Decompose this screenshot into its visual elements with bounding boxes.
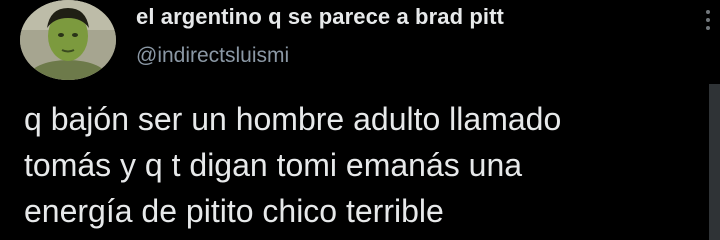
- tweet-text: q bajón ser un hombre adulto llamado tom…: [24, 101, 562, 229]
- scrollbar[interactable]: [709, 84, 720, 240]
- more-options-button[interactable]: [696, 4, 720, 36]
- author-display-name[interactable]: el argentino q se parece a brad pitt: [136, 4, 504, 30]
- author-handle[interactable]: @indirectsluismi: [136, 44, 289, 68]
- avatar[interactable]: [20, 0, 116, 80]
- tweet-card: el argentino q se parece a brad pitt @in…: [0, 0, 720, 240]
- avatar-image: [20, 0, 116, 80]
- more-vertical-icon: [706, 10, 710, 30]
